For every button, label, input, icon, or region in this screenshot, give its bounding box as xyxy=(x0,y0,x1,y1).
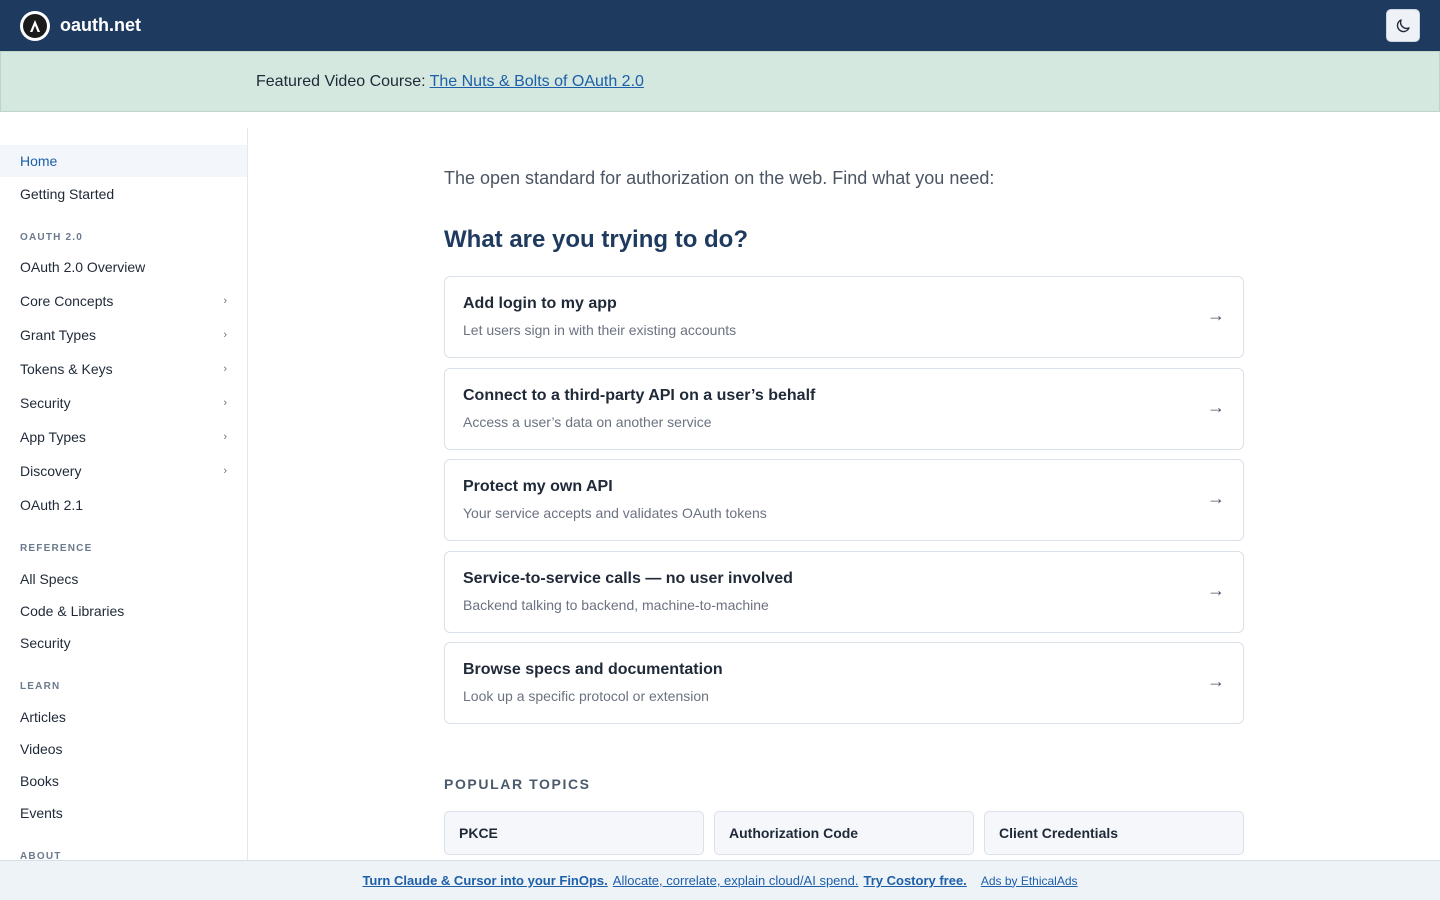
topic-client-credentials[interactable]: Client Credentials xyxy=(984,811,1244,855)
chevron-right-icon: › xyxy=(223,465,227,477)
intro-text: The open standard for authorization on t… xyxy=(444,168,995,188)
chevron-right-icon: › xyxy=(223,397,227,409)
topic-label: Client Credentials xyxy=(999,825,1119,841)
sidebar-item-videos[interactable]: Videos xyxy=(0,733,247,765)
sidebar-item-all-specs[interactable]: All Specs xyxy=(0,563,247,595)
sidebar-item-core-concepts[interactable]: Core Concepts › xyxy=(0,284,247,318)
topic-label: Authorization Code xyxy=(729,825,859,841)
card-title: Browse specs and documentation xyxy=(463,661,723,678)
card-browse-specs[interactable]: Browse specs and documentation Look up a… xyxy=(444,642,1244,724)
sidebar-item-label: Events xyxy=(20,805,63,821)
section-label-learn: LEARN xyxy=(20,681,61,692)
arrow-right-icon: → xyxy=(1207,671,1225,691)
sidebar-item-ref-security[interactable]: Security xyxy=(0,627,247,659)
sidebar-item-label: App Types xyxy=(20,429,86,445)
sidebar-item-events[interactable]: Events xyxy=(0,797,247,829)
sidebar-item-label: Discovery xyxy=(20,463,82,479)
card-title: Connect to a third-party API on a user’s… xyxy=(463,387,816,404)
ad-cta-link[interactable]: Try Costory free. xyxy=(863,873,966,888)
card-subtitle: Let users sign in with their existing ac… xyxy=(463,322,737,338)
featured-course-link[interactable]: The Nuts & Bolts of OAuth 2.0 xyxy=(430,73,644,91)
section-label-about: ABOUT xyxy=(20,851,62,860)
oauth-logo-icon[interactable] xyxy=(20,10,50,41)
chevron-right-icon: › xyxy=(223,329,227,341)
sidebar-item-oauth2-overview[interactable]: OAuth 2.0 Overview xyxy=(0,250,247,284)
sidebar-item-books[interactable]: Books xyxy=(0,765,247,797)
sidebar-item-label: Security xyxy=(20,395,71,411)
ethical-ad-bar: Turn Claude & Cursor into your FinOps. A… xyxy=(0,860,1440,900)
sidebar-item-articles[interactable]: Articles xyxy=(0,701,247,733)
moon-icon xyxy=(1396,18,1410,32)
card-protect-api[interactable]: Protect my own API Your service accepts … xyxy=(444,459,1244,541)
ad-body-link[interactable]: Allocate, correlate, explain cloud/AI sp… xyxy=(613,873,859,888)
ad-attribution-link[interactable]: Ads by EthicalAds xyxy=(981,874,1078,888)
sidebar-item-home[interactable]: Home xyxy=(0,145,247,177)
sidebar-item-label: Security xyxy=(20,635,71,651)
card-title: Protect my own API xyxy=(463,478,613,495)
chevron-right-icon: › xyxy=(223,431,227,443)
sidebar-item-label: Getting Started xyxy=(20,186,115,202)
site-brand[interactable]: oauth.net xyxy=(60,15,141,36)
top-header: oauth.net xyxy=(0,0,1440,51)
popular-topics-label: POPULAR TOPICS xyxy=(444,776,591,792)
sidebar-item-discovery[interactable]: Discovery › xyxy=(0,454,247,488)
chevron-right-icon: › xyxy=(223,363,227,375)
ad-headline-link[interactable]: Turn Claude & Cursor into your FinOps. xyxy=(362,873,607,888)
card-service-to-service[interactable]: Service-to-service calls — no user invol… xyxy=(444,551,1244,633)
sidebar-item-label: Home xyxy=(20,153,58,169)
sidebar-item-label: OAuth 2.1 xyxy=(20,497,84,513)
card-subtitle: Your service accepts and validates OAuth… xyxy=(463,505,767,521)
sidebar-nav: Home Getting Started OAUTH 2.0 OAuth 2.0… xyxy=(0,128,248,860)
section-label-oauth2: OAUTH 2.0 xyxy=(20,232,84,243)
sidebar-item-label: Tokens & Keys xyxy=(20,361,113,377)
sidebar-item-label: Core Concepts xyxy=(20,293,114,309)
chevron-right-icon: › xyxy=(223,295,227,307)
arrow-right-icon: → xyxy=(1207,305,1225,325)
sidebar-item-label: Videos xyxy=(20,741,63,757)
topic-pkce[interactable]: PKCE xyxy=(444,811,704,855)
sidebar-item-tokens-keys[interactable]: Tokens & Keys › xyxy=(0,352,247,386)
card-third-party-api[interactable]: Connect to a third-party API on a user’s… xyxy=(444,368,1244,450)
card-subtitle: Backend talking to backend, machine-to-m… xyxy=(463,597,769,613)
sidebar-item-label: All Specs xyxy=(20,571,79,587)
sidebar-item-label: Books xyxy=(20,773,59,789)
sidebar-item-label: Articles xyxy=(20,709,66,725)
topic-label: PKCE xyxy=(459,825,498,841)
sidebar-item-code-libraries[interactable]: Code & Libraries xyxy=(0,595,247,627)
popular-topics-list: PKCE Authorization Code Client Credentia… xyxy=(444,811,1244,855)
card-subtitle: Access a user’s data on another service xyxy=(463,414,712,430)
card-title: Service-to-service calls — no user invol… xyxy=(463,570,793,587)
arrow-right-icon: → xyxy=(1207,580,1225,600)
sidebar-item-getting-started[interactable]: Getting Started xyxy=(0,177,247,211)
page-heading: What are you trying to do? xyxy=(444,226,748,253)
card-title: Add login to my app xyxy=(463,295,617,312)
featured-course-banner: Featured Video Course: The Nuts & Bolts … xyxy=(0,51,1440,112)
sidebar-item-app-types[interactable]: App Types › xyxy=(0,420,247,454)
card-add-login[interactable]: Add login to my app Let users sign in wi… xyxy=(444,276,1244,358)
card-subtitle: Look up a specific protocol or extension xyxy=(463,688,709,704)
sidebar-item-grant-types[interactable]: Grant Types › xyxy=(0,318,247,352)
sidebar-item-label: Code & Libraries xyxy=(20,603,125,619)
arrow-right-icon: → xyxy=(1207,397,1225,417)
theme-toggle-button[interactable] xyxy=(1386,9,1420,42)
arrow-right-icon: → xyxy=(1207,488,1225,508)
topic-authorization-code[interactable]: Authorization Code xyxy=(714,811,974,855)
sidebar-item-label: Grant Types xyxy=(20,327,97,343)
sidebar-item-security[interactable]: Security › xyxy=(0,386,247,420)
sidebar-item-oauth21[interactable]: OAuth 2.1 xyxy=(0,488,247,522)
sidebar-item-label: OAuth 2.0 Overview xyxy=(20,259,146,275)
section-label-reference: REFERENCE xyxy=(20,543,93,554)
banner-prefix: Featured Video Course: xyxy=(256,72,426,90)
